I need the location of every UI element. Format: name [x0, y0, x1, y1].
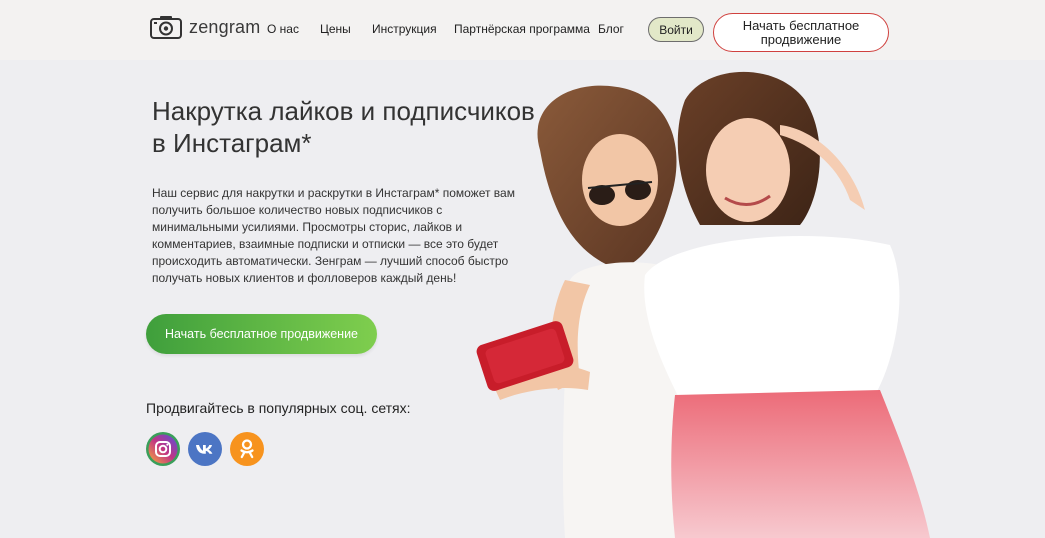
nav-prices[interactable]: Цены: [320, 22, 351, 36]
hero-title: Накрутка лайков и подписчиков в Инстагра…: [152, 95, 552, 159]
nav-instructions[interactable]: Инструкция: [372, 22, 437, 36]
logo[interactable]: zengram: [149, 14, 260, 40]
hero-photo: [476, 71, 930, 538]
nav-about[interactable]: О нас: [267, 22, 299, 36]
site-header: zengram О нас Цены Инструкция Партнёрска…: [0, 0, 1045, 60]
header-start-free-button[interactable]: Начать бесплатное продвижение: [713, 13, 889, 52]
vk-link[interactable]: [188, 432, 222, 466]
odnoklassniki-link[interactable]: [230, 432, 264, 466]
hero-title-line-1: Накрутка лайков и подписчиков: [152, 96, 535, 126]
odnoklassniki-icon: [230, 432, 264, 466]
instagram-link[interactable]: [146, 432, 180, 466]
nav-partner-program[interactable]: Партнёрская программа: [454, 22, 590, 36]
login-button[interactable]: Войти: [648, 17, 704, 42]
hero-description: Наш сервис для накрутки и раскрутки в Ин…: [152, 186, 515, 285]
hero-title-line-2: в Инстаграм*: [152, 128, 312, 158]
camera-logo-icon: [150, 16, 182, 39]
instagram-icon: [146, 432, 180, 466]
brand-name: zengram: [189, 16, 261, 37]
social-networks-title: Продвигайтесь в популярных соц. сетях:: [146, 400, 411, 416]
start-free-promotion-button[interactable]: Начать бесплатное продвижение: [146, 314, 377, 354]
nav-blog[interactable]: Блог: [598, 22, 624, 36]
vk-icon: [188, 432, 222, 466]
